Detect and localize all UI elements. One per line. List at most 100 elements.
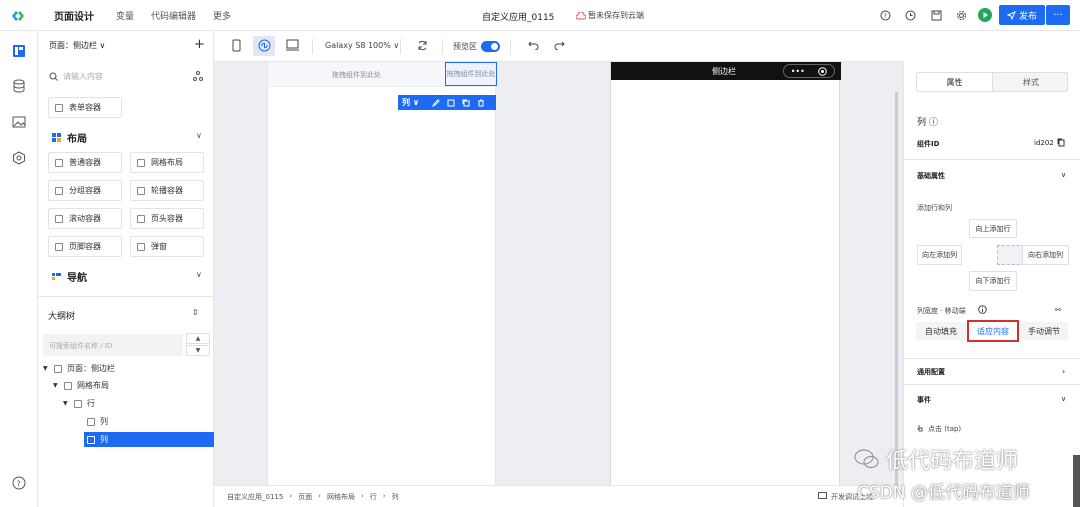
tree-item-row[interactable]: ▼ 行	[63, 396, 95, 411]
toolbar-divider	[400, 39, 401, 54]
watermark-wechat: 低代码布道师	[854, 443, 1018, 475]
breadcrumb-grid[interactable]: 网格布局	[327, 492, 355, 502]
breadcrumb-page[interactable]: 页面	[298, 492, 312, 502]
width-fit-content-button[interactable]: 适应内容	[967, 320, 1019, 342]
comp-form-container[interactable]: 表单容器	[48, 97, 122, 118]
common-config-section[interactable]: 通用配置	[917, 367, 945, 377]
add-col-right-button[interactable]: 向右添加列	[1022, 245, 1069, 265]
nav-variables[interactable]: 变量	[116, 9, 134, 22]
extension-icon[interactable]	[12, 151, 26, 165]
miniprogram-capsule[interactable]: •••	[783, 64, 835, 78]
nav-more[interactable]: 更多	[213, 9, 231, 22]
chevron-down-icon[interactable]: ∨	[196, 270, 202, 279]
wechat-icon	[854, 448, 880, 470]
tree-item-page[interactable]: ▼ 页面：侧边栏	[43, 361, 115, 376]
grid-row[interactable]: 拖拽组件到此处 拖拽组件到此处	[268, 62, 497, 87]
capsule-close-icon[interactable]	[818, 66, 828, 76]
comp-carousel-container[interactable]: 轮播容器	[130, 180, 204, 201]
delete-icon[interactable]	[477, 99, 485, 107]
database-icon[interactable]	[12, 79, 26, 93]
column-select-label[interactable]: 列 ∨	[402, 97, 419, 108]
toolbar-divider	[510, 39, 511, 54]
component-search[interactable]: 请输入内容	[49, 69, 199, 83]
page-selector[interactable]: 页面：侧边栏 ∨	[49, 40, 105, 51]
mobile-device-icon[interactable]	[232, 39, 241, 52]
help-icon[interactable]: ?	[880, 10, 891, 21]
add-rowcol-label: 添加行和列	[917, 204, 952, 212]
left-icon-rail: ?	[0, 31, 38, 507]
grid-icon	[137, 158, 145, 167]
save-icon[interactable]	[931, 10, 942, 21]
comp-popup[interactable]: 弹窗	[130, 236, 204, 257]
expand-collapse-icon[interactable]: ⇕	[192, 308, 199, 317]
cloud-icon	[576, 11, 586, 20]
capsule-menu-icon[interactable]: •••	[791, 67, 805, 76]
refresh-icon[interactable]	[417, 40, 428, 51]
help-circle-icon[interactable]: ?	[12, 476, 26, 490]
drop-zone-1[interactable]: 拖拽组件到此处	[268, 62, 445, 87]
settings-icon[interactable]	[956, 10, 967, 21]
breadcrumb-row[interactable]: 行	[370, 492, 377, 502]
events-section[interactable]: 事件	[917, 395, 931, 405]
search-input[interactable]: 请输入内容	[63, 71, 103, 82]
preview-play-button[interactable]	[978, 8, 992, 22]
grid-icon	[64, 381, 72, 390]
image-icon[interactable]	[12, 115, 26, 129]
chevron-right-icon[interactable]: ›	[1062, 367, 1065, 376]
desktop-device-icon[interactable]	[286, 39, 299, 51]
add-row-above-button[interactable]: 向上添加行	[969, 219, 1017, 238]
column-action-toolbar[interactable]: 列 ∨	[398, 95, 496, 110]
preview-area-toggle[interactable]	[481, 41, 500, 52]
phone-page-title: 侧边栏	[712, 67, 736, 76]
miniprogram-device-button[interactable]	[253, 36, 275, 56]
component-tree-icon[interactable]	[193, 71, 203, 81]
width-auto-fill-button[interactable]: 自动填充	[916, 320, 966, 342]
comp-scroll-container[interactable]: 滚动容器	[48, 208, 122, 229]
history-icon[interactable]	[905, 10, 916, 21]
navigation-section-icon	[52, 272, 61, 281]
redo-icon[interactable]	[554, 40, 565, 50]
copy-id-icon[interactable]	[1057, 138, 1065, 147]
chevron-down-icon[interactable]: ∨	[1061, 395, 1066, 403]
comp-normal-container[interactable]: 普通容器	[48, 152, 122, 173]
add-col-left-button[interactable]: 向左添加列	[917, 245, 962, 265]
tree-item-col[interactable]: 列	[87, 414, 108, 429]
copy-icon[interactable]	[462, 99, 470, 107]
comp-footer-container[interactable]: 页脚容器	[48, 236, 122, 257]
basic-props-section[interactable]: 基础属性	[917, 171, 945, 181]
more-actions-button[interactable]: ···	[1046, 5, 1070, 25]
breadcrumb-col[interactable]: 列	[392, 492, 399, 502]
tree-item-grid[interactable]: ▼ 网格布局	[53, 378, 109, 393]
breadcrumb-app[interactable]: 自定义应用_0115	[227, 492, 283, 502]
undo-icon[interactable]	[528, 40, 539, 50]
edit-icon[interactable]	[432, 98, 440, 107]
tab-style[interactable]: 样式	[993, 73, 1069, 91]
col-width-label: 列宽度 · 移动端	[917, 307, 966, 315]
chevron-down-icon[interactable]: ∨	[196, 131, 202, 140]
left-page-frame[interactable]: 拖拽组件到此处 拖拽组件到此处	[267, 62, 497, 485]
stepper-down-button[interactable]: ▼	[186, 345, 210, 356]
comp-group-container[interactable]: 分组容器	[48, 180, 122, 201]
width-manual-button[interactable]: 手动调节	[1020, 320, 1068, 342]
nav-page-design[interactable]: 页面设计	[54, 8, 94, 23]
section-layout[interactable]: 布局	[52, 130, 87, 145]
section-navigation[interactable]: 导航	[52, 269, 87, 284]
device-selector[interactable]: Galaxy S8 100% ∨	[325, 41, 399, 50]
add-row-below-button[interactable]: 向下添加行	[969, 271, 1017, 291]
components-icon[interactable]	[12, 44, 26, 58]
save-template-icon[interactable]	[447, 99, 455, 107]
info-icon[interactable]	[978, 305, 987, 314]
chevron-down-icon[interactable]: ∨	[1061, 171, 1066, 179]
tab-attributes[interactable]: 属性	[917, 73, 993, 91]
selected-column-drop-zone[interactable]: 拖拽组件到此处	[445, 62, 497, 86]
comp-grid-layout[interactable]: 网格布局	[130, 152, 204, 173]
publish-button[interactable]: 发布	[999, 5, 1045, 25]
tap-event-item[interactable]: 点击 (tap)	[928, 424, 961, 434]
nav-code-editor[interactable]: 代码编辑器	[151, 9, 196, 22]
canvas-scrollbar[interactable]	[895, 92, 898, 485]
link-icon[interactable]: ⚯	[1055, 306, 1061, 314]
outline-search-input[interactable]: 可搜索组件名称 / ID	[43, 334, 183, 356]
comp-header-container[interactable]: 页头容器	[130, 208, 204, 229]
stepper-up-button[interactable]: ▲	[186, 333, 210, 344]
add-page-button[interactable]: +	[194, 37, 205, 52]
